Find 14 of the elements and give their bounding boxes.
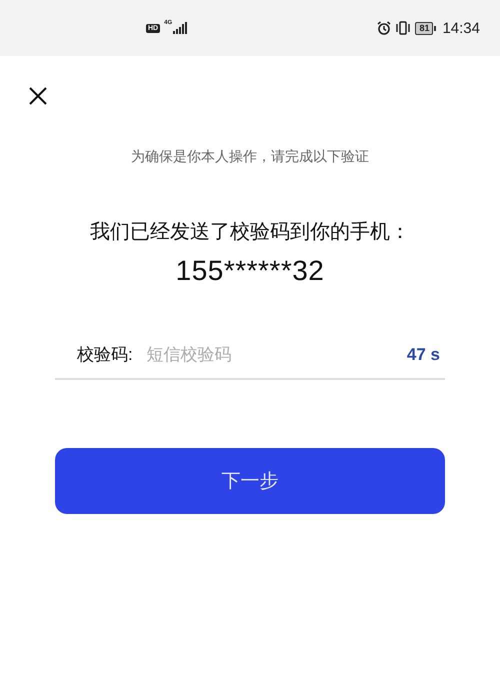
battery-level: 81 bbox=[415, 22, 434, 34]
code-input[interactable]: 短信校验码 bbox=[146, 344, 407, 364]
clock: 14:34 bbox=[442, 20, 480, 36]
vibrate-icon bbox=[395, 21, 412, 35]
close-button[interactable] bbox=[28, 86, 48, 106]
next-button[interactable]: 下一步 bbox=[55, 448, 445, 514]
field-label: 校验码: bbox=[77, 344, 133, 366]
phone-number: 155******32 bbox=[174, 255, 326, 287]
alarm-icon bbox=[377, 21, 392, 35]
notice-text: 为确保是你本人操作，请完成以下验证 bbox=[130, 148, 370, 166]
signal-icon bbox=[173, 22, 188, 34]
countdown: 47 s bbox=[406, 344, 440, 364]
close-icon bbox=[28, 86, 48, 106]
heading: 我们已经发送了校验码到你的手机： bbox=[89, 220, 411, 245]
